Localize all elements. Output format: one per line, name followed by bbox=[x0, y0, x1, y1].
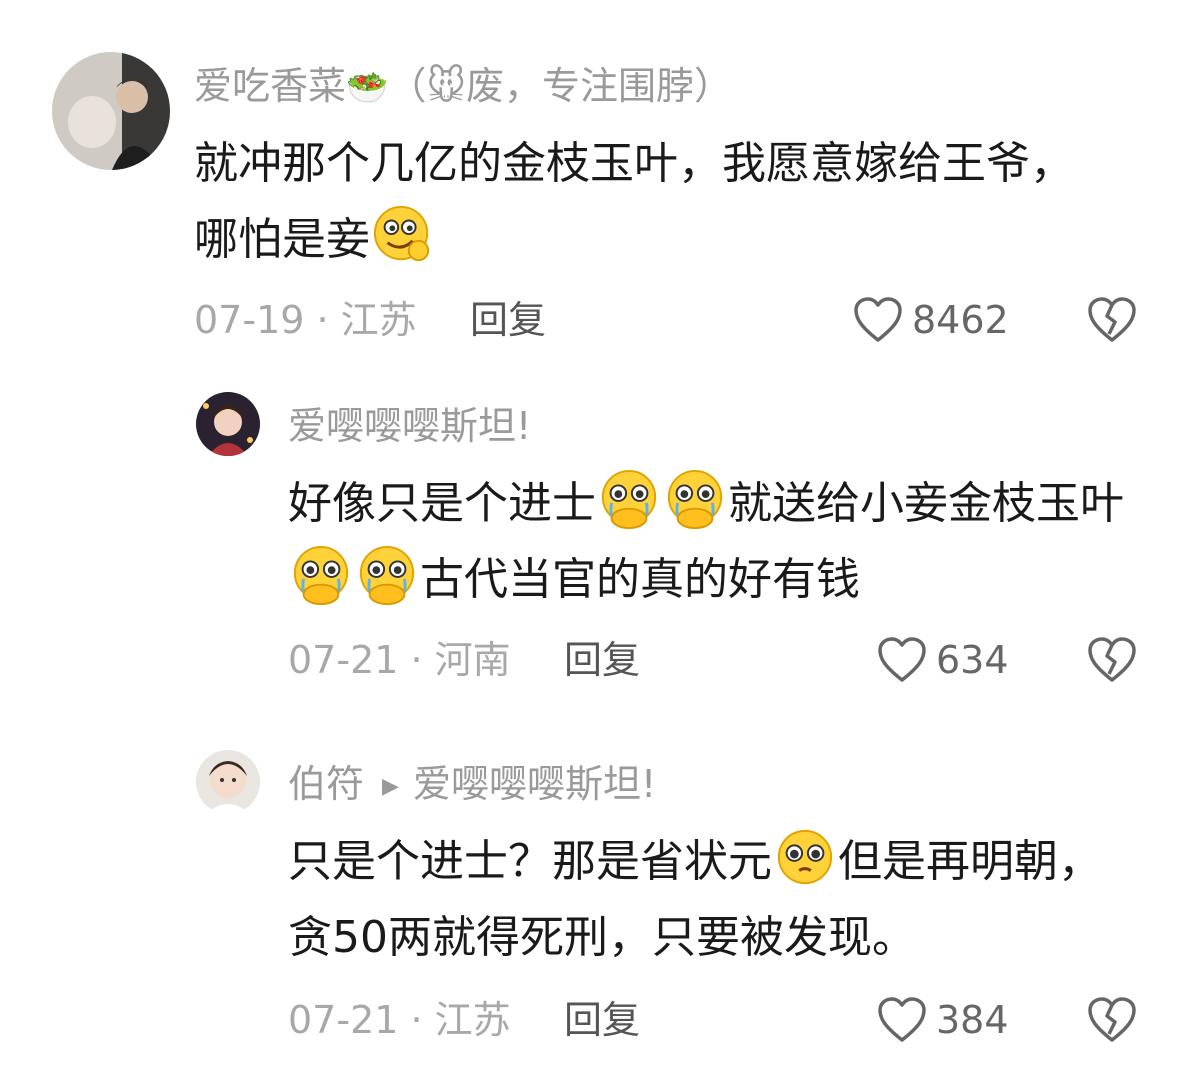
author-name-text: 伯符 bbox=[288, 762, 365, 806]
comment-text-part: 就送给小妾金枝玉叶 bbox=[728, 478, 1124, 529]
reply-button[interactable]: 回复 bbox=[564, 636, 640, 684]
comment-text-part: 古代当官的真的好有钱 bbox=[420, 554, 860, 605]
pleading-hands-face-emoji bbox=[664, 468, 726, 530]
pleading-hands-face-emoji bbox=[598, 468, 660, 530]
like-count: 634 bbox=[936, 638, 1009, 682]
like-count: 384 bbox=[936, 998, 1009, 1042]
comment-text-part: 只是个进士？那是省状元 bbox=[288, 836, 772, 887]
pleading-face-emoji bbox=[774, 826, 836, 888]
author-name[interactable]: 爱吃香菜🥗（🐭废，专注围脖） bbox=[194, 62, 732, 112]
avatar[interactable] bbox=[52, 52, 170, 170]
like-button[interactable]: 8462 bbox=[852, 296, 1009, 344]
comment-text: 只是个进士？那是省状元 但是再明朝，贪50两就得死刑，只要被发现。 bbox=[288, 824, 1128, 976]
like-count: 8462 bbox=[912, 298, 1009, 342]
comment-1: 爱吃香菜🥗（🐭废，专注围脖） 就冲那个几亿的金枝玉叶，我愿意嫁给王爷，哪怕是妾 … bbox=[0, 0, 1200, 370]
broken-heart-icon bbox=[1088, 637, 1136, 682]
pleading-hands-face-emoji bbox=[356, 544, 418, 606]
reply-to-name[interactable]: 爱嘤嘤嘤斯坦! bbox=[413, 762, 656, 806]
author-name[interactable]: 爱嘤嘤嘤斯坦! bbox=[288, 402, 531, 450]
reply-button[interactable]: 回复 bbox=[470, 296, 546, 344]
like-button[interactable]: 384 bbox=[876, 996, 1009, 1044]
dislike-button[interactable] bbox=[1086, 996, 1138, 1044]
heart-outline-icon bbox=[878, 997, 926, 1042]
salad-icon: 🥗 bbox=[346, 68, 389, 108]
avatar[interactable] bbox=[196, 392, 260, 456]
dislike-button[interactable] bbox=[1086, 296, 1138, 344]
comment-text: 就冲那个几亿的金枝玉叶，我愿意嫁给王爷，哪怕是妾 bbox=[194, 126, 1074, 278]
reply-button[interactable]: 回复 bbox=[564, 996, 640, 1044]
broken-heart-icon bbox=[1088, 297, 1136, 342]
heart-outline-icon bbox=[878, 637, 926, 682]
comment-3: 伯符 ▶ 爱嘤嘤嘤斯坦! 只是个进士？那是省状元 但是再明朝，贪50两就得死刑，只要… bbox=[0, 720, 1200, 1080]
dislike-button[interactable] bbox=[1086, 636, 1138, 684]
author-name-text: 爱吃香菜 bbox=[194, 64, 347, 108]
heart-outline-icon bbox=[854, 297, 902, 342]
broken-heart-icon bbox=[1088, 997, 1136, 1042]
author-name[interactable]: 伯符 ▶ 爱嘤嘤嘤斯坦! bbox=[288, 760, 656, 811]
date-location: 07-19 · 江苏 bbox=[194, 298, 417, 342]
date-location: 07-21 · 河南 bbox=[288, 638, 511, 682]
comment-text: 好像只是个进士 就送给小妾金枝玉叶 古代当官的真的好有钱 bbox=[288, 466, 1148, 618]
reply-arrow-icon: ▶ bbox=[382, 773, 399, 799]
like-button[interactable]: 634 bbox=[876, 636, 1009, 684]
comment-text-part: 好像只是个进士 bbox=[288, 478, 596, 529]
author-suffix: （🐭废，专注围脖） bbox=[388, 64, 732, 108]
comment-text-part: 就冲那个几亿的金枝玉叶，我愿意嫁给王爷，哪怕是妾 bbox=[194, 138, 1074, 265]
comment-2: 爱嘤嘤嘤斯坦! 好像只是个进士 就送给小妾金枝玉叶 古代当官的真的好有钱 07-… bbox=[0, 370, 1200, 720]
date-location: 07-21 · 江苏 bbox=[288, 998, 511, 1042]
pleading-hands-face-emoji bbox=[290, 544, 352, 606]
avatar[interactable] bbox=[196, 750, 260, 814]
yummy-face-emoji bbox=[372, 204, 434, 266]
